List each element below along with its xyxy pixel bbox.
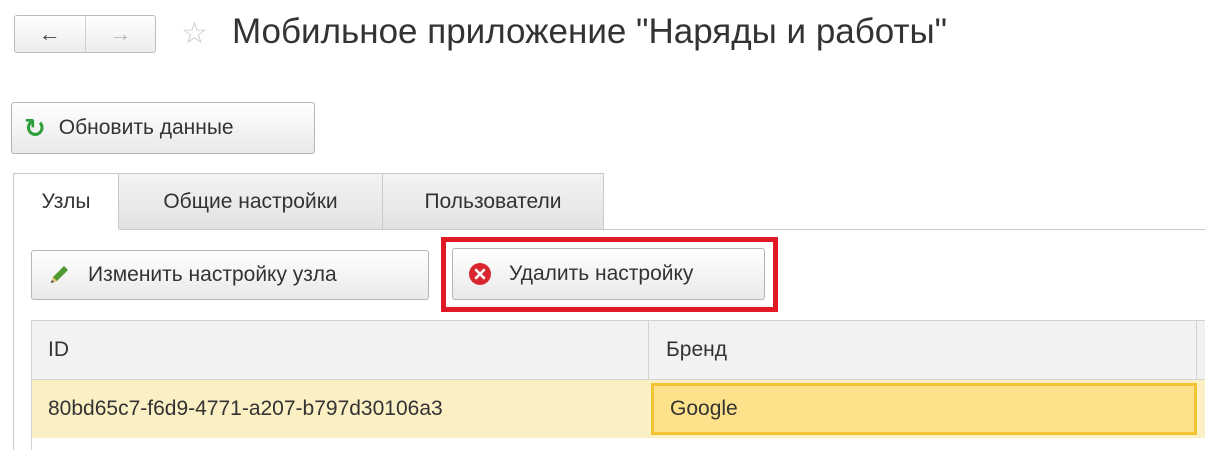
arrow-left-icon: ← <box>38 21 61 46</box>
tab-general-settings[interactable]: Общие настройки <box>119 173 383 229</box>
history-nav: ← → <box>14 15 156 53</box>
cell-brand[interactable]: Google <box>651 383 1197 435</box>
pencil-icon <box>51 266 68 283</box>
page-title: Мобильное приложение "Наряды и работы" <box>232 12 948 51</box>
delete-setting-label: Удалить настройку <box>509 262 694 285</box>
edit-node-setting-button[interactable]: Изменить настройку узла <box>31 250 429 300</box>
tab-general-settings-label: Общие настройки <box>163 189 338 213</box>
tab-bar: Узлы Общие настройки Пользователи <box>13 173 604 229</box>
table-row[interactable]: 80bd65c7-f6d9-4771-a207-b797d30106a3 Goo… <box>31 380 1205 438</box>
tab-nodes-label: Узлы <box>41 189 91 213</box>
tab-users[interactable]: Пользователи <box>383 173 604 229</box>
refresh-icon: ↻ <box>24 113 46 143</box>
edit-node-setting-label: Изменить настройку узла <box>88 263 337 286</box>
favorite-star-icon[interactable]: ☆ <box>181 14 208 54</box>
forward-button[interactable]: → <box>84 16 156 52</box>
refresh-data-label: Обновить данные <box>58 116 234 139</box>
column-header-brand[interactable]: Бренд <box>649 321 1197 379</box>
tab-nodes[interactable]: Узлы <box>13 173 119 229</box>
arrow-right-icon: → <box>109 21 132 46</box>
table-header: ID Бренд <box>31 320 1205 380</box>
refresh-data-button[interactable]: ↻ Обновить данные <box>11 102 315 154</box>
tab-users-label: Пользователи <box>424 189 562 213</box>
table-empty-area <box>31 438 1205 450</box>
cell-id[interactable]: 80bd65c7-f6d9-4771-a207-b797d30106a3 <box>32 380 649 438</box>
nodes-table: ID Бренд 80bd65c7-f6d9-4771-a207-b797d30… <box>31 320 1205 450</box>
column-header-id[interactable]: ID <box>32 321 649 379</box>
back-button[interactable]: ← <box>15 16 85 52</box>
delete-circle-icon <box>469 263 491 285</box>
delete-setting-button[interactable]: Удалить настройку <box>452 248 765 300</box>
